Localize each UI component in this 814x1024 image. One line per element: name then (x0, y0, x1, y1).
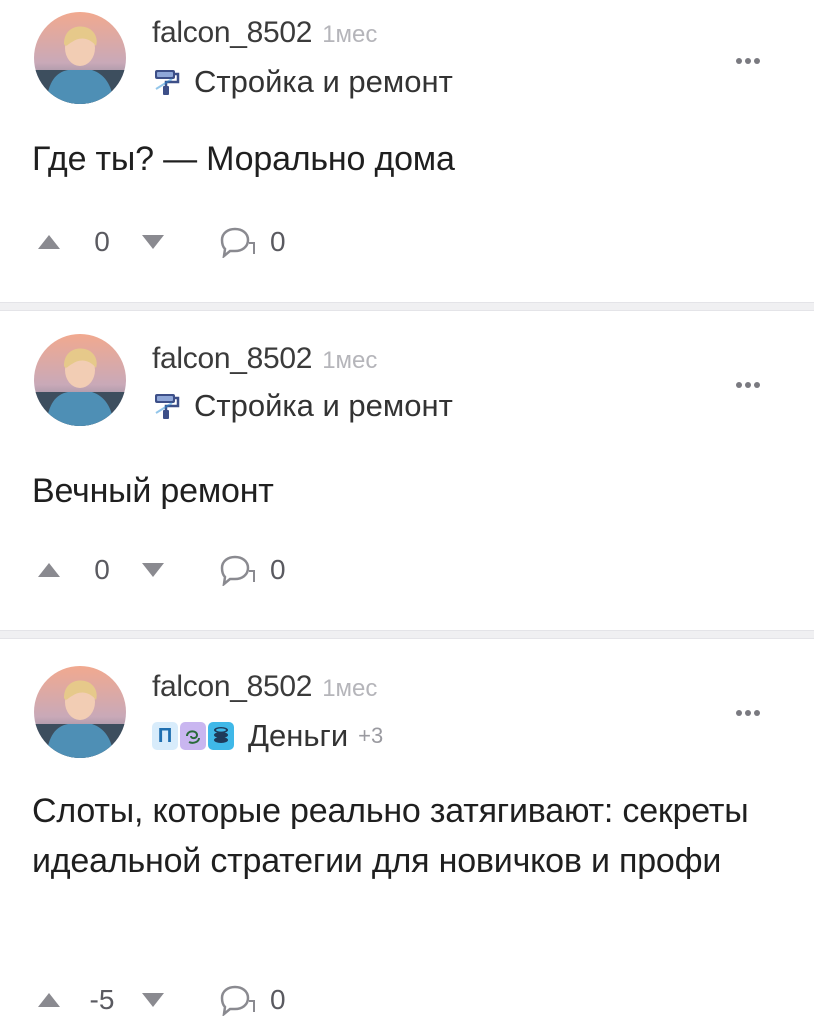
comment-count: 0 (270, 984, 286, 1015)
comment-bubble-icon (220, 555, 255, 586)
more-options-button[interactable] (732, 376, 764, 394)
author-avatar[interactable] (34, 334, 126, 426)
arrow-down-icon (142, 563, 164, 577)
downvote-button[interactable] (138, 555, 168, 585)
post-title[interactable]: Слоты, которые реально затягивают: секре… (32, 786, 774, 886)
community-name: Деньги (248, 718, 349, 753)
letter-badge: П (152, 722, 178, 750)
post-divider (0, 302, 814, 311)
post-actions: -5 0 (34, 980, 286, 1020)
arrow-up-icon (38, 993, 60, 1007)
author-avatar[interactable] (34, 12, 126, 104)
author-avatar[interactable] (34, 666, 126, 758)
post-timestamp: 1мес (322, 347, 378, 374)
community-badges: П (152, 722, 234, 750)
coins-icon (208, 722, 234, 750)
downvote-button[interactable] (138, 227, 168, 257)
comment-bubble-icon (220, 985, 255, 1016)
more-dots-icon (736, 710, 742, 716)
post-divider (0, 630, 814, 639)
author-line: falcon_8502 1мес (152, 16, 377, 50)
post-title[interactable]: Где ты? — Морально дома (32, 134, 774, 184)
paint-roller-icon (152, 391, 180, 421)
post-card: falcon_8502 1мес П Деньги +3 Слоты, кото… (0, 640, 814, 1024)
comments-button[interactable]: 0 (218, 984, 286, 1016)
community-name: Стройка и ремонт (194, 388, 453, 423)
author-line: falcon_8502 1мес (152, 342, 377, 376)
avatar-image (34, 12, 126, 104)
paint-roller-icon (152, 67, 180, 97)
arrow-down-icon (142, 235, 164, 249)
avatar-image (34, 666, 126, 758)
extra-communities-count[interactable]: +3 (358, 723, 383, 749)
author-name[interactable]: falcon_8502 (152, 670, 312, 704)
author-line: falcon_8502 1мес (152, 670, 377, 704)
community-link[interactable]: П Деньги +3 (152, 718, 383, 754)
rating-value: 0 (94, 554, 110, 585)
more-dots-icon (736, 58, 742, 64)
community-link[interactable]: Стройка и ремонт (152, 64, 453, 100)
arrow-up-icon (38, 235, 60, 249)
upvote-button[interactable] (34, 227, 64, 257)
author-name[interactable]: falcon_8502 (152, 16, 312, 50)
comment-count: 0 (270, 554, 286, 585)
post-card: falcon_8502 1мес Стройка и ремонт Где ты… (0, 0, 814, 300)
community-link[interactable]: Стройка и ремонт (152, 388, 453, 424)
post-feed: falcon_8502 1мес Стройка и ремонт Где ты… (0, 0, 814, 1024)
author-name[interactable]: falcon_8502 (152, 342, 312, 376)
rating-value: -5 (89, 984, 115, 1015)
rating-value: 0 (94, 226, 110, 257)
post-title[interactable]: Вечный ремонт (32, 466, 774, 516)
avatar-image (34, 334, 126, 426)
more-options-button[interactable] (732, 704, 764, 722)
post-card: falcon_8502 1мес Стройка и ремонт Вечный… (0, 312, 814, 632)
downvote-button[interactable] (138, 985, 168, 1015)
post-actions: 0 0 (34, 550, 286, 590)
upvote-button[interactable] (34, 985, 64, 1015)
upvote-button[interactable] (34, 555, 64, 585)
arrow-down-icon (142, 993, 164, 1007)
comments-button[interactable]: 0 (218, 554, 286, 586)
post-timestamp: 1мес (322, 21, 378, 48)
community-name: Стройка и ремонт (194, 64, 453, 99)
swirl-icon (180, 722, 206, 750)
comments-button[interactable]: 0 (218, 226, 286, 258)
arrow-up-icon (38, 563, 60, 577)
more-options-button[interactable] (732, 52, 764, 70)
post-actions: 0 0 (34, 222, 286, 262)
comment-bubble-icon (220, 227, 255, 258)
post-timestamp: 1мес (322, 675, 378, 702)
more-dots-icon (736, 382, 742, 388)
comment-count: 0 (270, 226, 286, 257)
